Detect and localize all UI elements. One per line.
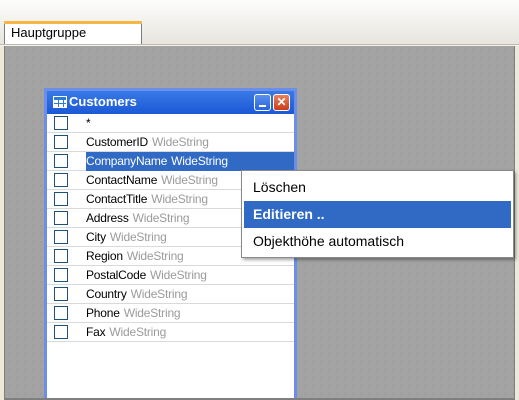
field-type: WideString xyxy=(151,192,208,206)
field-checkbox[interactable] xyxy=(54,230,68,244)
field-row[interactable]: * xyxy=(47,114,294,133)
context-menu-item[interactable]: Editieren .. xyxy=(244,201,511,228)
field-name: City xyxy=(86,230,106,244)
context-menu-item[interactable]: Objekthöhe automatisch xyxy=(244,228,511,255)
field-checkbox[interactable] xyxy=(54,135,68,149)
field-name: PostalCode xyxy=(86,268,147,282)
field-checkbox[interactable] xyxy=(54,287,68,301)
field-checkbox[interactable] xyxy=(54,173,68,187)
field-label[interactable]: Country WideString xyxy=(86,285,294,304)
field-name: ContactName xyxy=(86,173,158,187)
field-checkbox[interactable] xyxy=(54,154,68,168)
field-type: WideString xyxy=(171,154,228,168)
field-checkbox[interactable] xyxy=(54,249,68,263)
field-row[interactable]: Fax WideString xyxy=(47,323,294,342)
field-type: WideString xyxy=(126,249,184,263)
field-checkbox[interactable] xyxy=(54,306,68,320)
context-menu: Löschen Editieren .. Objekthöhe automatisc… xyxy=(241,170,514,258)
field-label[interactable]: * xyxy=(86,114,294,133)
field-name: Address xyxy=(86,211,129,225)
field-type: WideString xyxy=(161,173,218,187)
field-row[interactable]: Country WideString xyxy=(47,285,294,304)
field-row[interactable]: Phone WideString xyxy=(47,304,294,323)
field-name: CustomerID xyxy=(86,135,149,149)
table-grid-icon xyxy=(53,96,67,108)
field-row[interactable]: PostalCode WideString xyxy=(47,266,294,285)
table-titlebar[interactable]: Customers ✕ xyxy=(47,91,294,114)
context-menu-item[interactable]: Löschen xyxy=(244,174,511,201)
field-type: WideString xyxy=(132,211,190,225)
field-name: Country xyxy=(86,287,127,301)
field-label[interactable]: Phone WideString xyxy=(86,304,294,323)
field-type: WideString xyxy=(109,230,167,244)
field-name: Fax xyxy=(86,325,106,339)
field-row[interactable]: CustomerID WideString xyxy=(47,133,294,152)
tab-strip: Hauptgruppe xyxy=(0,0,519,46)
field-checkbox[interactable] xyxy=(54,325,68,339)
field-label[interactable]: CompanyName WideString xyxy=(86,152,294,171)
field-checkbox[interactable] xyxy=(54,192,68,206)
field-label[interactable]: Fax WideString xyxy=(86,323,294,342)
table-title: Customers xyxy=(69,94,137,109)
field-name: CompanyName xyxy=(86,154,168,168)
close-button[interactable]: ✕ xyxy=(273,94,290,111)
field-name: * xyxy=(86,116,91,130)
field-row[interactable]: CompanyName WideString xyxy=(47,152,294,171)
field-type: WideString xyxy=(152,135,209,149)
field-checkbox[interactable] xyxy=(54,211,68,225)
field-name: ContactTitle xyxy=(86,192,148,206)
field-type: WideString xyxy=(109,325,167,339)
field-label[interactable]: PostalCode WideString xyxy=(86,266,294,285)
minimize-button[interactable] xyxy=(254,94,271,111)
field-type: WideString xyxy=(130,287,188,301)
field-checkbox[interactable] xyxy=(54,116,68,130)
field-checkbox[interactable] xyxy=(54,268,68,282)
field-name: Phone xyxy=(86,306,120,320)
tab-hauptgruppe[interactable]: Hauptgruppe xyxy=(4,21,142,46)
field-name: Region xyxy=(86,249,123,263)
field-label[interactable]: CustomerID WideString xyxy=(86,133,294,152)
field-type: WideString xyxy=(150,268,207,282)
field-type: WideString xyxy=(123,306,181,320)
